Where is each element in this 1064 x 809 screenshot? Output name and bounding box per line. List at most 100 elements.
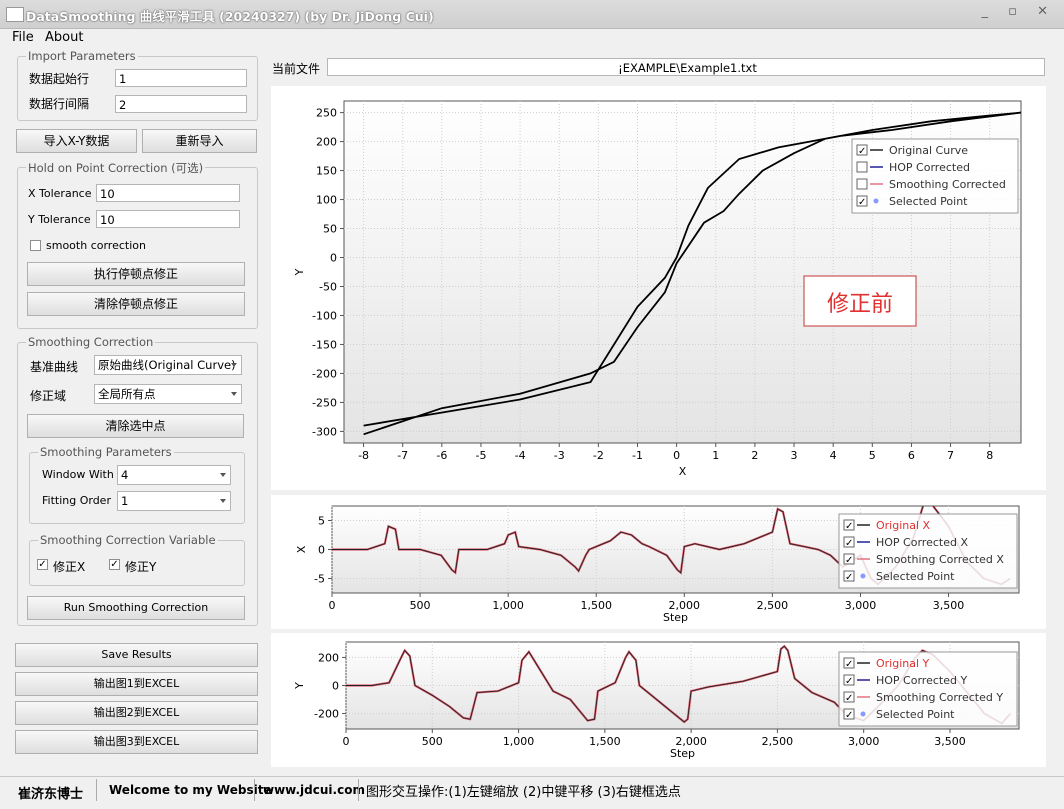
base-curve-label: 基准曲线 <box>30 360 79 374</box>
y-axis-label: X <box>295 545 308 553</box>
x-tick-label: 500 <box>422 735 443 748</box>
status-divider <box>358 779 359 801</box>
x-tick-label: 1,000 <box>503 735 534 748</box>
smooth-correction-checkbox[interactable] <box>30 240 41 251</box>
y-tick-label: 5 <box>318 515 325 528</box>
title-bar: DataSmoothing 曲线平滑工具 (20240327) (by Dr. … <box>0 0 1064 29</box>
chevron-down-icon <box>231 392 237 396</box>
legend-item-label: HOP Corrected Y <box>876 674 967 687</box>
x-tick-label: 1,500 <box>589 735 621 748</box>
legend-check-mark: ✓ <box>845 676 853 687</box>
start-row-input[interactable]: 1 <box>115 69 247 87</box>
run-hop-correction-button[interactable]: 执行停顿点修正 <box>27 262 245 286</box>
x-tick-label: 4 <box>830 449 837 462</box>
correction-domain-label: 修正域 <box>30 389 67 403</box>
legend-item-label: HOP Corrected <box>889 161 970 174</box>
x-tick-label: 1,000 <box>492 599 523 612</box>
x-tick-label: 500 <box>410 599 431 612</box>
current-file-path: ¡EXAMPLE\Example1.txt <box>327 58 1045 76</box>
save-results-button[interactable]: Save Results <box>15 643 258 667</box>
clear-hop-correction-button[interactable]: 清除停顿点修正 <box>27 292 245 316</box>
legend-check-mark: ✓ <box>858 197 866 208</box>
chart-xy-panel[interactable]: -8 -7 -6 -5 -4 -3 -2 -1 0 1 2 3 4 5 6 7 8 250 200 150 100 50 0… <box>271 86 1046 490</box>
chart-x-step-panel[interactable]: 0 500 1,000 1,500 2,000 2,500 3,000 3,500 5 0 -5 St… <box>271 495 1046 629</box>
y-tick-label: -300 <box>312 425 337 438</box>
y-tolerance-input[interactable]: 10 <box>96 210 240 228</box>
window-width-label: Window With <box>42 468 114 481</box>
run-smoothing-button[interactable]: Run Smoothing Correction <box>27 596 245 620</box>
x-tick-label: -8 <box>358 449 369 462</box>
correction-domain-select[interactable]: 全局所有点 <box>94 384 242 404</box>
import-xy-button[interactable]: 导入X-Y数据 <box>16 129 137 153</box>
export-chart2-button[interactable]: 输出图2到EXCEL <box>15 701 258 725</box>
x-tick-label: -5 <box>475 449 486 462</box>
smoothing-parameters-legend: Smoothing Parameters <box>38 445 174 459</box>
status-website[interactable]: www.jdcui.com <box>263 783 365 797</box>
export-chart3-button[interactable]: 输出图3到EXCEL <box>15 730 258 754</box>
x-tick-label: -3 <box>554 449 565 462</box>
legend-check-mark: ✓ <box>845 710 853 721</box>
chart-x-step[interactable]: 0 500 1,000 1,500 2,000 2,500 3,000 3,50050-5St… <box>271 495 1046 629</box>
x-tick-label: 5 <box>869 449 876 462</box>
legend-check-mark: ✓ <box>845 693 853 704</box>
y-tick-label: 0 <box>330 252 337 265</box>
legend-check-mark: ✓ <box>845 521 853 532</box>
y-tick-label: -200 <box>312 367 337 380</box>
legend-checkbox <box>856 178 868 190</box>
legend-check-mark: ✓ <box>845 572 853 583</box>
window-width-select[interactable]: 4 <box>117 465 231 485</box>
menu-file[interactable]: File <box>12 30 34 45</box>
x-tick-label: 3,000 <box>845 599 877 612</box>
y-tolerance-label: Y Tolerance <box>28 213 91 226</box>
x-tick-label: 8 <box>986 449 993 462</box>
chart-y-step[interactable]: 0 500 1,000 1,500 2,000 2,500 3,000 3,5002000-2… <box>271 633 1046 767</box>
fix-y-checkbox[interactable]: ✓ <box>109 559 120 570</box>
row-interval-input[interactable]: 2 <box>115 95 247 113</box>
base-curve-select[interactable]: 原始曲线(Original Curve) <box>94 355 242 375</box>
x-tick-label: 0 <box>343 735 350 748</box>
legend-swatch-marker <box>860 711 866 717</box>
export-chart1-button[interactable]: 输出图1到EXCEL <box>15 672 258 696</box>
x-tick-label: 3,500 <box>933 599 965 612</box>
x-tick-label: 6 <box>908 449 915 462</box>
x-tick-label: 0 <box>673 449 680 462</box>
x-tolerance-input[interactable]: 10 <box>96 184 240 202</box>
y-tick-label: -250 <box>312 396 337 409</box>
x-tick-label: 3,000 <box>848 735 880 748</box>
status-welcome[interactable]: Welcome to my Website <box>109 783 272 797</box>
window-title: DataSmoothing 曲线平滑工具 (20240327) (by Dr. … <box>26 9 434 24</box>
y-axis-label: Y <box>293 268 306 276</box>
x-tick-label: -7 <box>397 449 408 462</box>
menu-about[interactable]: About <box>45 30 83 45</box>
y-tick-label: 200 <box>316 136 337 149</box>
legend-item-label: Selected Point <box>876 708 955 721</box>
correction-variable-legend: Smoothing Correction Variable <box>38 533 218 547</box>
clear-selected-points-button[interactable]: 清除选中点 <box>27 414 244 438</box>
chart-y-step-panel[interactable]: 0 500 1,000 1,500 2,000 2,500 3,000 3,500 200 0 -2… <box>271 633 1046 767</box>
legend-check-mark: ✓ <box>858 146 866 157</box>
chart-xy[interactable]: -8 -7 -6 -5 -4 -3 -2 -1 0 1 2 3 4 5 6 7 8 250 200 150 100 50 0… <box>271 86 1046 490</box>
legend-item-label: Smoothing Corrected <box>889 178 1006 191</box>
x-tick-label: 2,500 <box>762 735 794 748</box>
chevron-down-icon <box>220 499 226 503</box>
x-tick-label: 2 <box>751 449 758 462</box>
legend-check-mark: ✓ <box>845 538 853 549</box>
reimport-button[interactable]: 重新导入 <box>142 129 257 153</box>
window-controls[interactable]: _ ▫ ✕ <box>982 4 1056 19</box>
x-tick-label: -4 <box>515 449 526 462</box>
x-tick-label: 0 <box>329 599 336 612</box>
correction-domain-value: 全局所有点 <box>98 387 156 401</box>
fix-x-checkbox[interactable]: ✓ <box>37 559 48 570</box>
x-axis-label: Step <box>663 611 688 624</box>
import-parameters-legend: Import Parameters <box>26 49 138 63</box>
status-author: 崔济东博士 <box>18 787 84 802</box>
fitting-order-select[interactable]: 1 <box>117 491 231 511</box>
annotation-label: 修正前 <box>827 292 893 317</box>
current-file-label: 当前文件 <box>272 62 321 76</box>
legend-swatch-marker <box>873 198 879 204</box>
x-tick-label: 1,500 <box>580 599 612 612</box>
x-tick-label: -2 <box>593 449 604 462</box>
y-tick-label: 150 <box>316 165 337 178</box>
x-tick-label: 1 <box>712 449 719 462</box>
legend-item-label: Original Y <box>876 657 930 670</box>
